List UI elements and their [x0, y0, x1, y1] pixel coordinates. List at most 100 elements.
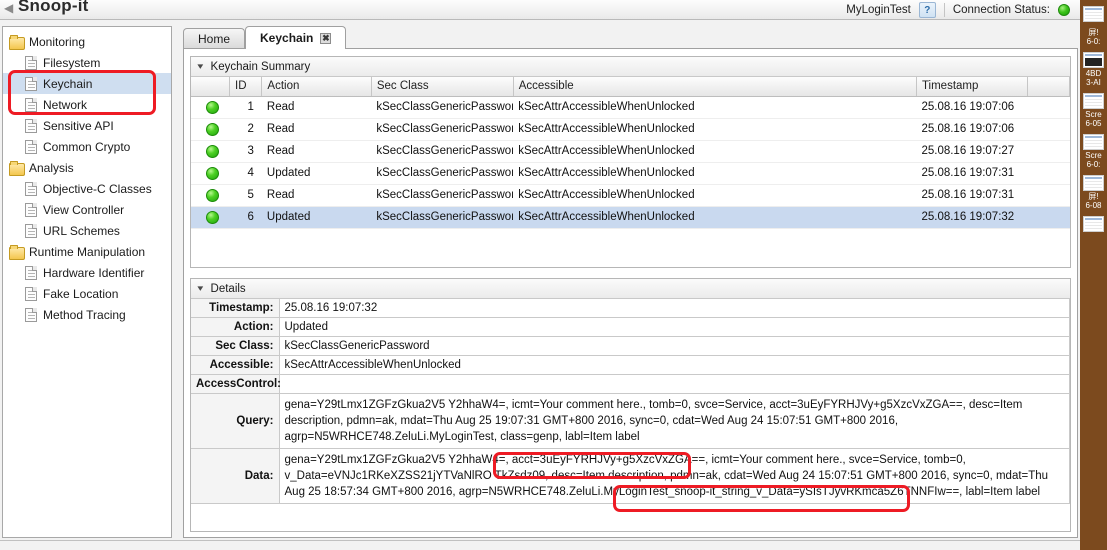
detail-label-action: Action: — [191, 317, 280, 337]
tab-label: Home — [198, 32, 231, 46]
tab-label: Keychain — [260, 31, 314, 45]
file-icon — [25, 181, 37, 196]
row-sec-class: kSecClassGenericPassword — [371, 184, 514, 207]
sidebar-group-label: Monitoring — [29, 34, 86, 49]
desktop-thumbnail[interactable] — [1083, 93, 1104, 109]
row-id: 3 — [229, 140, 262, 163]
row-accessible: kSecAttrAccessibleWhenUnlocked — [513, 184, 917, 207]
file-icon — [25, 286, 37, 301]
summary-section-header[interactable]: ▾ Keychain Summary — [191, 57, 1070, 77]
column-header-sec-class[interactable]: Sec Class — [371, 77, 514, 97]
row-spacer — [1027, 162, 1070, 185]
detail-label-timestamp: Timestamp: — [191, 299, 280, 318]
row-action: Read — [261, 96, 372, 119]
sidebar-item-objective-c-classes[interactable]: Objective-C Classes — [3, 178, 171, 199]
file-icon — [25, 76, 37, 91]
file-icon — [25, 118, 37, 133]
help-button[interactable]: ? — [918, 2, 936, 18]
chevron-left-icon[interactable]: ◀ — [4, 1, 13, 15]
row-accessible: kSecAttrAccessibleWhenUnlocked — [513, 96, 917, 119]
chevron-down-icon[interactable]: ▾ — [197, 283, 203, 294]
sidebar-item-label: Network — [43, 97, 88, 112]
sidebar-item-label: Method Tracing — [43, 307, 126, 322]
sidebar-item-common-crypto[interactable]: Common Crypto — [3, 136, 171, 157]
close-icon[interactable]: ✖ — [320, 32, 332, 44]
row-timestamp: 25.08.16 19:07:32 — [916, 206, 1028, 229]
table-row[interactable]: 4 Updated kSecClassGenericPassword kSecA… — [191, 162, 1070, 185]
folder-icon — [9, 160, 25, 176]
sidebar-item-fake-location[interactable]: Fake Location — [3, 283, 171, 304]
sidebar-item-method-tracing[interactable]: Method Tracing — [3, 304, 171, 325]
sidebar-item-label: Filesystem — [43, 55, 101, 70]
header-controls: MyLoginTest ? Connection Status: — [846, 0, 1080, 20]
column-header-accessible[interactable]: Accessible — [513, 77, 917, 97]
row-spacer — [1027, 140, 1070, 163]
table-row[interactable]: 5 Read kSecClassGenericPassword kSecAttr… — [191, 184, 1070, 207]
column-header-timestamp[interactable]: Timestamp — [916, 77, 1029, 97]
tab-keychain[interactable]: Keychain ✖ — [245, 26, 347, 49]
login-label: MyLoginTest — [846, 4, 911, 16]
table-row[interactable]: 6 Updated kSecClassGenericPassword kSecA… — [191, 206, 1070, 229]
detail-value-action: Updated — [279, 317, 1070, 337]
row-action: Read — [261, 118, 372, 141]
sidebar-item-url-schemes[interactable]: URL Schemes — [3, 220, 171, 241]
detail-row-data: Data: gena=Y29tLmx1ZGFzGkua2V5 Y2hhaW4=,… — [191, 448, 1070, 504]
sidebar-item-label: Objective-C Classes — [43, 181, 152, 196]
row-sec-class: kSecClassGenericPassword — [371, 140, 514, 163]
row-status-icon — [191, 140, 230, 163]
desktop-thumbnail[interactable] — [1083, 52, 1104, 68]
row-id: 1 — [229, 96, 262, 119]
details-section-header[interactable]: ▾ Details — [191, 279, 1070, 299]
sidebar-item-network[interactable]: Network — [3, 94, 171, 115]
detail-value-accessible: kSecAttrAccessibleWhenUnlocked — [279, 355, 1070, 375]
table-row[interactable]: 3 Read kSecClassGenericPassword kSecAttr… — [191, 140, 1070, 163]
table-row[interactable]: 2 Read kSecClassGenericPassword kSecAttr… — [191, 118, 1070, 141]
detail-value-access-control — [279, 374, 1070, 394]
desktop-thumbnail-label: Scre — [1085, 110, 1102, 119]
desktop-thumbnail-label: 屏! — [1088, 28, 1099, 37]
file-icon — [25, 139, 37, 154]
desktop-thumbnail[interactable] — [1083, 216, 1104, 232]
row-sec-class: kSecClassGenericPassword — [371, 96, 514, 119]
sidebar-item-view-controller[interactable]: View Controller — [3, 199, 171, 220]
table-row[interactable]: 1 Read kSecClassGenericPassword kSecAttr… — [191, 96, 1070, 119]
detail-row-access-control: AccessControl: — [191, 374, 1070, 394]
row-status-icon — [191, 96, 230, 119]
desktop-icon-strip: 屏! 6-0: 4BD 3-AI Scre 6-05 Scre 6-0: 屏! … — [1080, 0, 1107, 550]
sidebar-group-runtime-manipulation[interactable]: Runtime Manipulation — [3, 241, 171, 262]
detail-value-timestamp: 25.08.16 19:07:32 — [279, 299, 1070, 318]
desktop-thumbnail[interactable] — [1083, 6, 1104, 22]
desktop-thumbnail-label: Scre — [1085, 151, 1102, 160]
folder-icon — [9, 34, 25, 50]
file-icon — [25, 55, 37, 70]
sidebar-item-sensitive-api[interactable]: Sensitive API — [3, 115, 171, 136]
desktop-thumbnail-label: 6-05 — [1085, 119, 1102, 128]
file-icon — [25, 97, 37, 112]
column-header-action[interactable]: Action — [261, 77, 372, 97]
tab-strip: Home Keychain ✖ — [183, 26, 347, 49]
sidebar-group-analysis[interactable]: Analysis — [3, 157, 171, 178]
table-header: ID Action Sec Class Accessible Timestamp — [191, 77, 1070, 97]
sidebar-item-label: Sensitive API — [43, 118, 114, 133]
row-timestamp: 25.08.16 19:07:31 — [916, 162, 1028, 185]
sidebar-item-label: URL Schemes — [43, 223, 120, 238]
column-header-status[interactable] — [191, 77, 230, 97]
sidebar-item-keychain[interactable]: Keychain — [3, 73, 171, 94]
sidebar-group-monitoring[interactable]: Monitoring — [3, 31, 171, 52]
desktop-thumbnail[interactable] — [1083, 175, 1104, 191]
sidebar-item-hardware-identifier[interactable]: Hardware Identifier — [3, 262, 171, 283]
tab-home[interactable]: Home — [183, 28, 246, 49]
row-id: 4 — [229, 162, 262, 185]
row-id: 2 — [229, 118, 262, 141]
sidebar-item-filesystem[interactable]: Filesystem — [3, 52, 171, 73]
chevron-down-icon[interactable]: ▾ — [197, 61, 203, 72]
row-id: 6 — [229, 206, 262, 229]
column-header-id[interactable]: ID — [229, 77, 263, 97]
connection-status-icon — [1058, 4, 1070, 16]
column-header-spacer[interactable] — [1027, 77, 1070, 97]
details-field-table: Timestamp: 25.08.16 19:07:32 Action: Upd… — [191, 299, 1070, 504]
row-status-icon — [191, 118, 230, 141]
desktop-thumbnail[interactable] — [1083, 134, 1104, 150]
detail-value-data: gena=Y29tLmx1ZGFzGkua2V5 Y2hhaW4=, acct=… — [279, 448, 1070, 504]
tab-content: ▾ Keychain Summary ID Action Sec Class A… — [183, 48, 1078, 538]
